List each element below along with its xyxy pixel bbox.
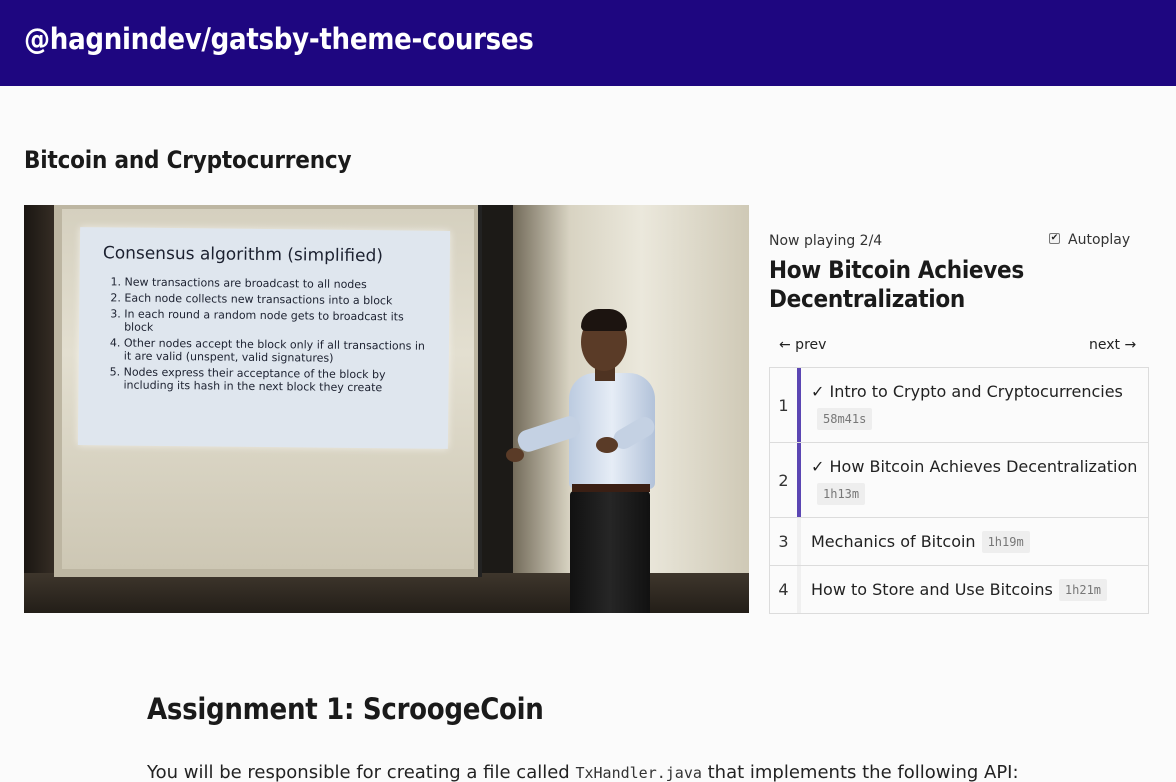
slide-title: Consensus algorithm (simplified) — [102, 243, 384, 267]
autoplay-label: Autoplay — [1068, 232, 1131, 248]
prev-link[interactable]: ← prev — [779, 337, 826, 353]
lecturer-belt — [572, 484, 650, 492]
slide-item: In each round a random node gets to broa… — [124, 308, 429, 337]
lecturer-hand — [596, 437, 618, 453]
playlist-item[interactable]: 2 ✓ How Bitcoin Achieves Decentralizatio… — [770, 442, 1148, 517]
autoplay-checkbox[interactable]: ✔ — [1049, 233, 1060, 244]
video-player[interactable]: Consensus algorithm (simplified) New tra… — [24, 205, 749, 613]
duration-badge: 1h21m — [1058, 579, 1108, 601]
playlist-item-title: ✓ Intro to Crypto and Cryptocurrencies — [811, 382, 1123, 401]
playlist-item-link[interactable]: ✓ How Bitcoin Achieves Decentralization 1… — [801, 443, 1148, 517]
playlist-item[interactable]: 1 ✓ Intro to Crypto and Cryptocurrencies… — [770, 368, 1148, 442]
course-title: Bitcoin and Cryptocurrency — [24, 146, 352, 174]
lecturer-legs — [570, 491, 650, 613]
autoplay-toggle[interactable]: ✔ Autoplay — [1049, 232, 1130, 248]
now-playing-indicator: Now playing 2/4 — [769, 233, 883, 249]
slide-item: Other nodes accept the block only if all… — [124, 337, 429, 366]
next-link[interactable]: next → — [1089, 337, 1136, 353]
lecture-slide: Consensus algorithm (simplified) New tra… — [77, 227, 451, 449]
video-window — [478, 205, 513, 613]
lecturer-hair — [581, 309, 627, 331]
duration-badge: 1h19m — [981, 531, 1030, 553]
assignment-text: You will be responsible for creating a f… — [147, 762, 1019, 782]
assignment-text-after: that implements the following API: — [701, 762, 1019, 782]
playlist-item-link[interactable]: Mechanics of Bitcoin 1h19m — [801, 518, 1148, 565]
playlist-item[interactable]: 3 Mechanics of Bitcoin 1h19m — [770, 517, 1148, 565]
duration-badge: 58m41s — [817, 408, 873, 430]
playlist-item-title: Mechanics of Bitcoin — [811, 532, 976, 551]
assignment-text-before: You will be responsible for creating a f… — [147, 762, 576, 782]
duration-badge: 1h13m — [817, 483, 866, 505]
site-header: @hagnindev/gatsby-theme-courses — [0, 0, 1176, 86]
playlist-item-title: ✓ How Bitcoin Achieves Decentralization — [811, 457, 1138, 476]
lecturer-hand — [506, 448, 524, 462]
playlist-item-number: 1 — [770, 368, 801, 442]
current-lesson-title: How Bitcoin Achieves Decentralization — [769, 256, 1024, 313]
playlist-item-number: 3 — [770, 518, 801, 565]
filename-code: TxHandler.java — [575, 764, 702, 782]
slide-list: New transactions are broadcast to all no… — [101, 275, 430, 395]
site-title-link[interactable]: @hagnindev/gatsby-theme-courses — [24, 22, 534, 56]
playlist-item[interactable]: 4 How to Store and Use Bitcoins 1h21m — [770, 565, 1148, 613]
playlist-item-number: 2 — [770, 443, 801, 517]
slide-item: Each node collects new transactions into… — [124, 292, 429, 308]
playlist-item-link[interactable]: How to Store and Use Bitcoins 1h21m — [801, 566, 1148, 613]
slide-item: Nodes express their acceptance of the bl… — [123, 366, 428, 395]
playlist-item-number: 4 — [770, 566, 801, 613]
playlist-item-link[interactable]: ✓ Intro to Crypto and Cryptocurrencies 58… — [801, 368, 1148, 442]
lesson-playlist: 1 ✓ Intro to Crypto and Cryptocurrencies… — [769, 367, 1149, 614]
assignment-title: Assignment 1: ScroogeCoin — [147, 692, 544, 726]
slide-item: New transactions are broadcast to all no… — [125, 276, 430, 292]
playlist-item-title: How to Store and Use Bitcoins — [811, 580, 1053, 599]
